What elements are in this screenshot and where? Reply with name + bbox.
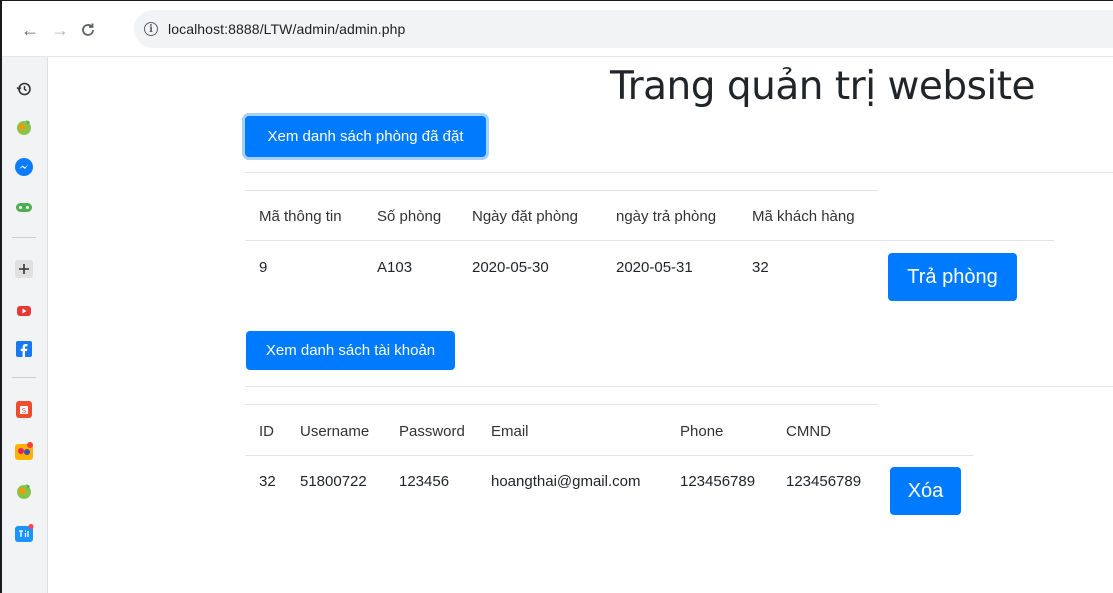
browser-extension-icon-2[interactable] — [14, 481, 34, 501]
browser-extension-icon[interactable] — [14, 117, 34, 137]
accounts-header-email: Email — [491, 423, 529, 440]
account-cell-username: 51800722 — [300, 473, 367, 490]
forward-button[interactable]: → — [48, 18, 72, 42]
sidebar-separator-2 — [12, 377, 36, 378]
accounts-header-divider — [245, 455, 973, 456]
booking-cell-booking-date: 2020-05-30 — [472, 259, 549, 276]
reload-button[interactable] — [76, 18, 100, 42]
accounts-header-username: Username — [300, 423, 370, 440]
tiki-icon[interactable] — [14, 523, 34, 543]
game-app-icon[interactable] — [14, 441, 34, 461]
extensions-sidebar: S — [2, 57, 48, 593]
accounts-header-id: ID — [259, 423, 274, 440]
booking-cell-checkout-date: 2020-05-31 — [616, 259, 693, 276]
booking-cell-customer-id: 32 — [752, 259, 769, 276]
checkout-button[interactable]: Trả phòng — [888, 253, 1017, 301]
delete-account-button[interactable]: Xóa — [890, 467, 961, 515]
facebook-icon[interactable] — [14, 339, 34, 359]
account-cell-email: hoangthai@gmail.com — [491, 473, 641, 490]
messenger-icon[interactable] — [14, 157, 34, 177]
bookings-table-top-border — [245, 190, 878, 191]
bookings-header-booking-date: Ngày đặt phòng — [472, 208, 578, 225]
add-icon[interactable] — [14, 259, 34, 279]
site-info-icon[interactable]: i — [144, 22, 158, 36]
reload-icon — [82, 23, 94, 36]
url-text[interactable]: localhost:8888/LTW/admin/admin.php — [168, 21, 405, 37]
account-cell-phone: 123456789 — [680, 473, 756, 490]
shopee-icon[interactable]: S — [14, 399, 34, 419]
games-icon[interactable] — [14, 197, 34, 217]
view-booked-rooms-button[interactable]: Xem danh sách phòng đã đặt — [245, 116, 486, 157]
account-cell-id: 32 — [259, 473, 276, 490]
account-cell-id-card: 123456789 — [786, 473, 862, 490]
history-icon[interactable] — [14, 79, 34, 99]
back-button[interactable]: ← — [18, 18, 42, 42]
divider — [245, 172, 1113, 173]
booking-cell-room-number: A103 — [377, 259, 413, 276]
bookings-header-room-number: Số phòng — [377, 208, 442, 225]
accounts-header-id-card: CMND — [786, 423, 831, 440]
account-cell-password: 123456 — [399, 473, 450, 490]
svg-text:S: S — [22, 407, 27, 415]
accounts-header-phone: Phone — [680, 423, 724, 440]
bookings-header-customer-id: Mã khách hàng — [752, 208, 855, 225]
address-bar[interactable]: i localhost:8888/LTW/admin/admin.php — [134, 10, 1113, 48]
accounts-header-password: Password — [399, 423, 465, 440]
bookings-header-divider — [245, 240, 1054, 241]
booking-cell-info-id: 9 — [259, 259, 268, 276]
bookings-header-info-id: Mã thông tin — [259, 208, 342, 225]
youtube-icon[interactable] — [14, 301, 34, 321]
forward-arrow-icon: → — [51, 19, 69, 40]
back-arrow-icon: ← — [21, 19, 39, 40]
sidebar-separator — [12, 237, 36, 238]
browser-toolbar: ← → i localhost:8888/LTW/admin/admin.php — [2, 1, 1113, 57]
bookings-header-checkout-date: ngày trả phòng — [616, 208, 717, 225]
divider-2 — [245, 386, 1113, 387]
page-title: Trang quản trị website — [610, 64, 1036, 109]
accounts-table-top-border — [245, 404, 878, 405]
view-accounts-button[interactable]: Xem danh sách tài khoản — [246, 331, 455, 370]
